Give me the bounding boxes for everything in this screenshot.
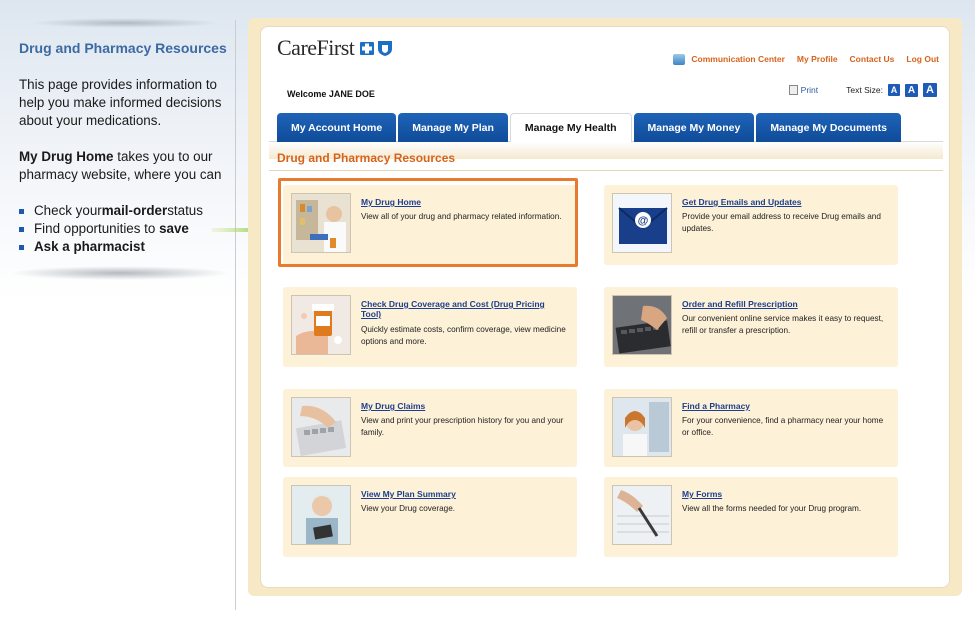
bullet-icon <box>19 244 24 250</box>
panel-divider <box>235 20 236 610</box>
card-title[interactable]: Find a Pharmacy <box>682 401 887 411</box>
email-envelope-icon: @ <box>612 193 672 253</box>
svg-text:@: @ <box>638 215 649 227</box>
left-panel-intro: This page provides information to help y… <box>19 77 222 128</box>
tab-manage-my-plan[interactable]: Manage My Plan <box>398 113 508 142</box>
left-panel-drug-home-text: My Drug Home takes you to our pharmacy w… <box>19 148 229 184</box>
section-divider <box>269 170 943 171</box>
calculator-photo <box>291 397 351 457</box>
welcome-message: Welcome JANE DOE <box>287 89 375 99</box>
contact-us-link[interactable]: Contact Us <box>850 54 895 65</box>
print-and-text-size: Print Text Size: A A A <box>788 83 937 97</box>
card-my-drug-claims[interactable]: My Drug Claims View and print your presc… <box>283 389 577 467</box>
left-panel: Drug and Pharmacy Resources This page pr… <box>0 0 236 626</box>
main-tabs: My Account Home Manage My Plan Manage My… <box>277 113 902 142</box>
bullet-icon <box>19 226 24 232</box>
card-description: For your convenience, find a pharmacy ne… <box>682 416 884 437</box>
decorative-shadow <box>10 266 230 280</box>
tab-my-account-home[interactable]: My Account Home <box>277 113 397 142</box>
text-size-small-button[interactable]: A <box>888 84 900 96</box>
senior-woman-tablet-photo <box>291 485 351 545</box>
print-icon[interactable] <box>788 85 798 95</box>
left-panel-title: Drug and Pharmacy Resources <box>19 40 227 56</box>
card-description: Our convenient online service makes it e… <box>682 314 884 335</box>
card-order-refill[interactable]: Order and Refill Prescription Our conven… <box>604 287 898 367</box>
carefirst-logo[interactable]: CareFirst <box>277 35 355 61</box>
section-title: Drug and Pharmacy Resources <box>277 151 456 165</box>
card-title[interactable]: My Drug Claims <box>361 401 566 411</box>
card-my-forms[interactable]: My Forms View all the forms needed for y… <box>604 477 898 557</box>
pharmacist-woman-photo <box>612 397 672 457</box>
blue-cross-shield-icon <box>360 41 392 56</box>
tab-manage-my-money[interactable]: Manage My Money <box>633 113 755 142</box>
utility-links: Communication Center My Profile Contact … <box>673 54 939 66</box>
left-panel-bullet-list: Check your mail-order status Find opport… <box>19 202 203 256</box>
card-title[interactable]: View My Plan Summary <box>361 489 566 499</box>
keyboard-typing-photo <box>612 295 672 355</box>
pill-bottle-photo <box>291 295 351 355</box>
card-title[interactable]: Get Drug Emails and Updates <box>682 197 887 207</box>
text-size-large-button[interactable]: A <box>923 83 937 97</box>
card-title[interactable]: My Forms <box>682 489 887 499</box>
highlight-frame <box>278 178 578 267</box>
print-link[interactable]: Print <box>801 85 818 95</box>
communication-center-link[interactable]: Communication Center <box>673 54 785 66</box>
card-check-drug-coverage[interactable]: Check Drug Coverage and Cost (Drug Prici… <box>283 287 577 367</box>
pen-writing-photo <box>612 485 672 545</box>
card-find-a-pharmacy[interactable]: Find a Pharmacy For your convenience, fi… <box>604 389 898 467</box>
card-view-plan-summary[interactable]: View My Plan Summary View your Drug cove… <box>283 477 577 557</box>
portal-page: CareFirst Communication Center My Profil… <box>260 26 950 588</box>
communication-center-icon <box>673 54 686 66</box>
card-description: View all the forms needed for your Drug … <box>682 504 862 513</box>
card-title[interactable]: Check Drug Coverage and Cost (Drug Prici… <box>361 299 566 319</box>
bullet-item: Check your mail-order status <box>19 202 203 220</box>
card-description: View and print your prescription history… <box>361 416 564 437</box>
portal-screenshot-frame: CareFirst Communication Center My Profil… <box>248 18 962 596</box>
card-description: Quickly estimate costs, confirm coverage… <box>361 325 566 346</box>
card-get-drug-emails[interactable]: @ Get Drug Emails and Updates Provide yo… <box>604 185 898 265</box>
bullet-icon <box>19 208 24 214</box>
log-out-link[interactable]: Log Out <box>906 54 939 65</box>
card-description: Provide your email address to receive Dr… <box>682 212 881 233</box>
tab-manage-my-documents[interactable]: Manage My Documents <box>756 113 902 142</box>
bullet-item: Find opportunities to save <box>19 220 203 238</box>
text-size-medium-button[interactable]: A <box>905 83 918 97</box>
card-description: View your Drug coverage. <box>361 504 456 513</box>
my-profile-link[interactable]: My Profile <box>797 54 838 65</box>
text-size-label: Text Size: <box>846 85 883 95</box>
drug-home-bold: My Drug Home <box>19 149 114 164</box>
decorative-shadow <box>30 18 220 28</box>
card-title[interactable]: Order and Refill Prescription <box>682 299 887 309</box>
tab-manage-my-health[interactable]: Manage My Health <box>509 113 632 142</box>
bullet-item: Ask a pharmacist <box>19 238 203 256</box>
